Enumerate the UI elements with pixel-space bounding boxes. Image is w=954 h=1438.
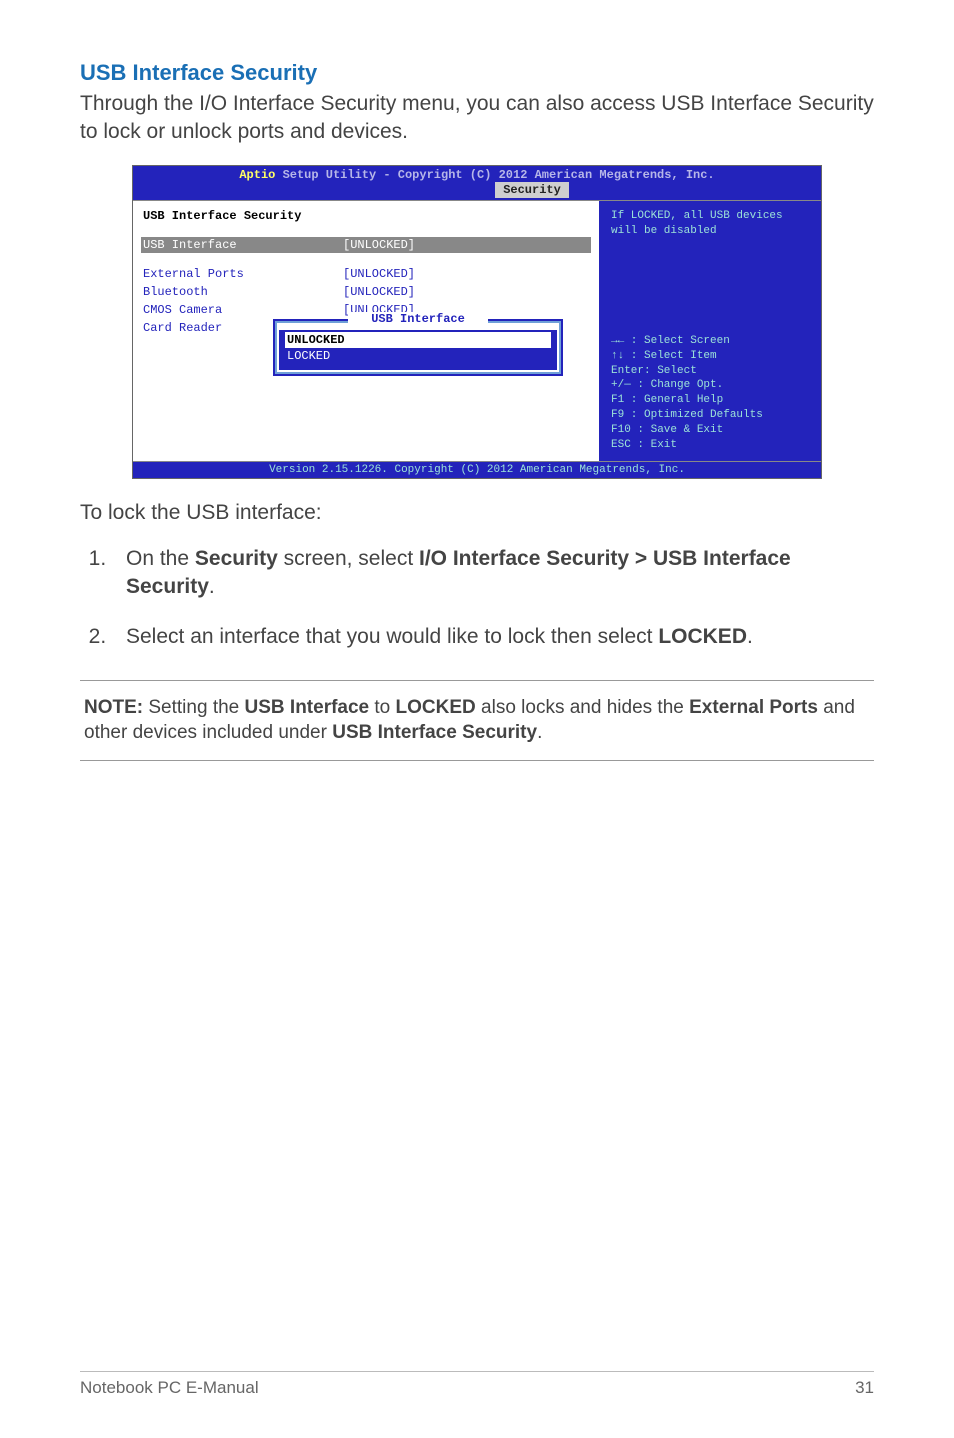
note-bold: External Ports — [689, 697, 818, 718]
step-bold: LOCKED — [658, 625, 747, 648]
bios-header: Aptio Setup Utility - Copyright (C) 2012… — [133, 166, 821, 200]
note-text: . — [537, 722, 542, 743]
bios-help-line: +/— : Change Opt. — [611, 378, 811, 393]
step-text: On the — [126, 547, 195, 570]
step-item: On the Security screen, select I/O Inter… — [112, 545, 874, 602]
step-text: . — [747, 625, 753, 648]
bios-item-label: External Ports — [143, 267, 343, 281]
bios-screenshot: Aptio Setup Utility - Copyright (C) 2012… — [132, 165, 822, 479]
step-text: Select an interface that you would like … — [126, 625, 658, 648]
note-text: also locks and hides the — [476, 697, 689, 718]
page-footer: Notebook PC E-Manual 31 — [80, 1371, 874, 1398]
bios-popup-option-locked[interactable]: LOCKED — [285, 348, 551, 364]
steps-list: On the Security screen, select I/O Inter… — [80, 545, 874, 652]
bios-help-line: F9 : Optimized Defaults — [611, 408, 811, 423]
note-text: Setting the — [143, 697, 244, 718]
bios-item-value: [UNLOCKED] — [343, 285, 415, 299]
bios-item-label: Bluetooth — [143, 285, 343, 299]
bios-tab-security[interactable]: Security — [495, 182, 569, 198]
bios-help-line: F1 : General Help — [611, 393, 811, 408]
bios-right-hint: If LOCKED, all USB devices will be disab… — [611, 209, 811, 239]
footer-page-number: 31 — [855, 1378, 874, 1398]
instruction-lead: To lock the USB interface: — [80, 501, 874, 525]
note-text: to — [369, 697, 395, 718]
bios-popup-body: UNLOCKED LOCKED — [279, 330, 557, 370]
bios-left-title: USB Interface Security — [143, 209, 589, 223]
bios-popup-title: USB Interface — [348, 312, 488, 326]
step-item: Select an interface that you would like … — [112, 623, 874, 651]
bios-item-value: [UNLOCKED] — [343, 267, 415, 281]
bios-item-label: CMOS Camera — [143, 303, 343, 317]
note-label: NOTE: — [84, 697, 143, 718]
step-text: . — [209, 575, 215, 598]
bios-header-brand: Aptio — [239, 168, 282, 182]
bios-row[interactable]: Bluetooth [UNLOCKED] — [143, 285, 589, 299]
bios-popup: USB Interface UNLOCKED LOCKED — [273, 319, 563, 376]
bios-left-panel: USB Interface Security USB Interface [UN… — [133, 201, 601, 461]
step-text: screen, select — [278, 547, 419, 570]
note-bold: USB Interface — [245, 697, 370, 718]
bios-row[interactable]: External Ports [UNLOCKED] — [143, 267, 589, 281]
bios-help-line: F10 : Save & Exit — [611, 423, 811, 438]
note-box: NOTE: Setting the USB Interface to LOCKE… — [80, 680, 874, 761]
bios-help-line: →← : Select Screen — [611, 334, 811, 349]
section-heading: USB Interface Security — [80, 60, 874, 86]
bios-header-rest: Setup Utility - Copyright (C) 2012 Ameri… — [283, 168, 715, 182]
bios-item-value: [UNLOCKED] — [343, 238, 415, 252]
note-bold: LOCKED — [396, 697, 476, 718]
bios-popup-option-unlocked[interactable]: UNLOCKED — [285, 332, 551, 348]
footer-left: Notebook PC E-Manual — [80, 1378, 259, 1398]
bios-help-line: Enter: Select — [611, 364, 811, 379]
bios-tabbar: Security — [133, 182, 821, 200]
bios-main: USB Interface Security USB Interface [UN… — [133, 200, 821, 461]
note-bold: USB Interface Security — [332, 722, 537, 743]
step-bold: Security — [195, 547, 278, 570]
bios-footer: Version 2.15.1226. Copyright (C) 2012 Am… — [133, 461, 821, 478]
bios-help-line: ↑↓ : Select Item — [611, 349, 811, 364]
bios-right-panel: If LOCKED, all USB devices will be disab… — [601, 201, 821, 461]
bios-help-block: →← : Select Screen ↑↓ : Select Item Ente… — [611, 334, 811, 453]
bios-item-label: USB Interface — [143, 238, 343, 252]
section-intro: Through the I/O Interface Security menu,… — [80, 90, 874, 147]
bios-help-line: ESC : Exit — [611, 438, 811, 453]
bios-row[interactable]: USB Interface [UNLOCKED] — [141, 237, 591, 253]
